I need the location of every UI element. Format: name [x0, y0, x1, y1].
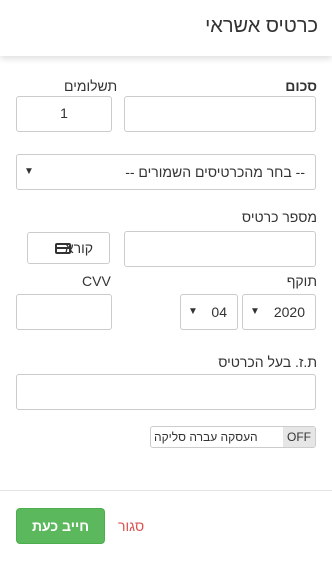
transaction-cleared-toggle[interactable]: OFF העסקה עברה סליקה: [150, 426, 316, 448]
expiry-month-select[interactable]: 04 ▼: [180, 294, 238, 330]
saved-cards-select[interactable]: -- בחר מהכרטיסים השמורים -- ▼: [16, 154, 316, 190]
cvv-input[interactable]: [16, 294, 112, 330]
footer-divider: [0, 490, 332, 491]
saved-cards-selected-value: -- בחר מהכרטיסים השמורים --: [125, 164, 305, 180]
modal-header: כרטיס אשראי: [0, 0, 332, 56]
card-number-label: מספר כרטיס: [241, 209, 317, 225]
card-reader-button-label: קורא: [64, 240, 93, 256]
dropdown-arrow-icon: ▼: [250, 306, 260, 317]
id-number-label: ת.ז. בעל הכרטיס: [218, 354, 317, 370]
installments-label: תשלומים: [64, 78, 118, 94]
id-number-input[interactable]: [16, 374, 316, 410]
amount-label: סכום: [285, 78, 317, 94]
modal-title: כרטיס אשראי: [205, 15, 318, 37]
installments-input[interactable]: 1: [16, 96, 112, 132]
dropdown-arrow-icon: ▼: [188, 306, 198, 317]
toggle-label: העסקה עברה סליקה: [154, 430, 258, 444]
toggle-state: OFF: [283, 427, 315, 447]
amount-input[interactable]: [124, 96, 316, 132]
card-reader-button[interactable]: קורא: [27, 232, 110, 264]
dropdown-arrow-icon: ▼: [24, 166, 34, 177]
close-link[interactable]: סגור: [118, 508, 144, 544]
expiry-year-select[interactable]: 2020 ▼: [242, 294, 316, 330]
card-number-input[interactable]: [124, 231, 316, 267]
expiry-label: תוקף: [286, 273, 317, 289]
charge-now-button[interactable]: חייב כעת: [16, 508, 105, 544]
expiry-year-value: 2020: [273, 304, 305, 320]
cvv-label: CVV: [82, 273, 111, 289]
expiry-month-value: 04: [211, 304, 227, 320]
